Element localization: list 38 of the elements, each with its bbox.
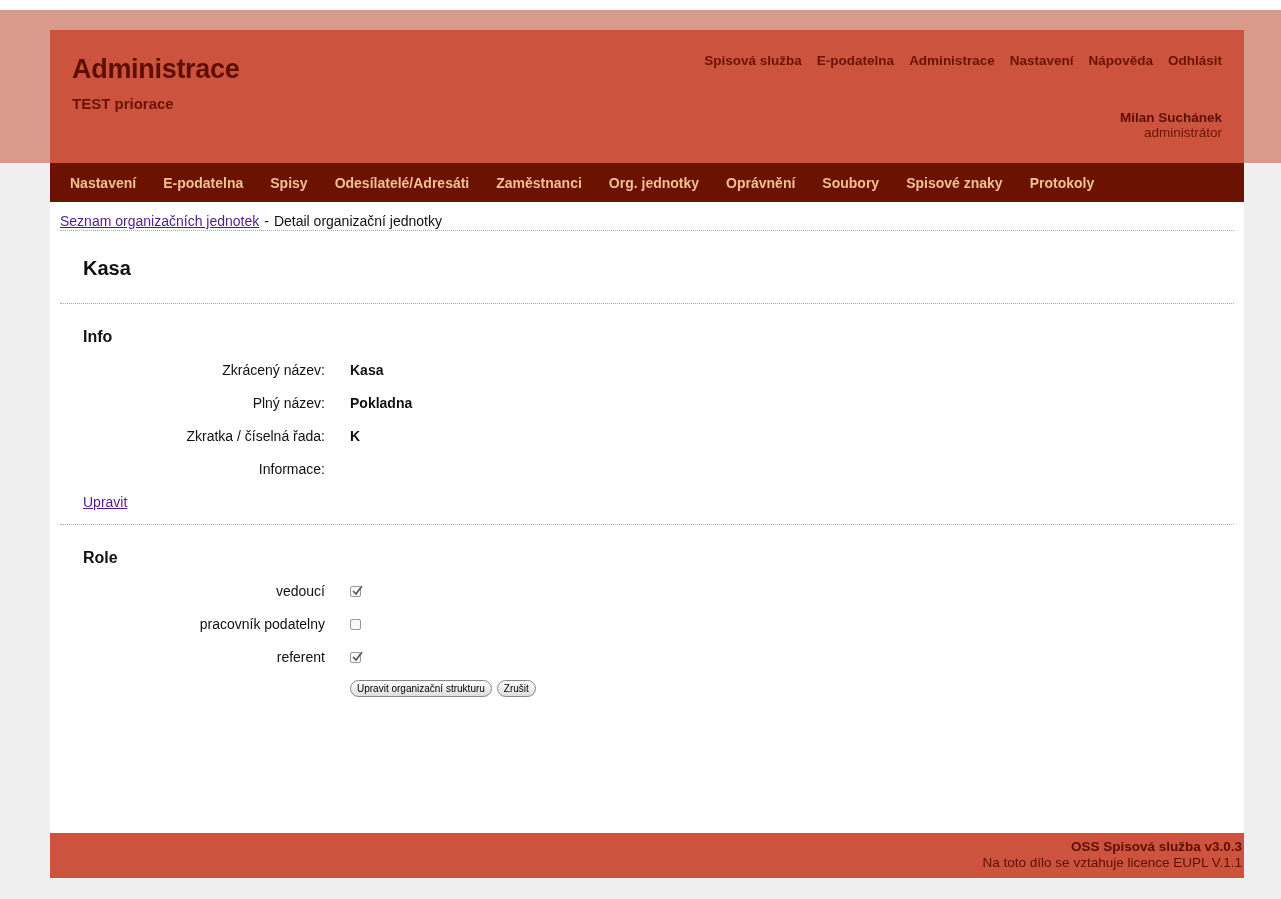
- nav-item[interactable]: Nastavení: [70, 174, 137, 191]
- breadcrumb-link[interactable]: Seznam organizačních jednotek: [60, 213, 260, 230]
- nav-item[interactable]: Soubory: [822, 174, 880, 191]
- field-value: Pokladna: [350, 395, 414, 412]
- field-value: Kasa: [350, 362, 385, 379]
- page-title: Administrace: [72, 54, 240, 85]
- footer-version: OSS Spisová služba v3.0.3: [1069, 839, 1242, 855]
- form-button[interactable]: Zrušit: [496, 680, 536, 697]
- nav-item[interactable]: Oprávnění: [726, 174, 796, 191]
- user-role: administrátor: [1143, 125, 1222, 140]
- nav-item[interactable]: E-podatelna: [163, 174, 244, 191]
- user-name: Milan Suchánek: [1119, 110, 1222, 125]
- nav-item[interactable]: Protokoly: [1029, 174, 1095, 191]
- page-subtitle: TEST priorace: [72, 95, 175, 112]
- role-checkbox[interactable]: [350, 619, 361, 630]
- footer-license: Na toto dílo se vztahuje licence EUPL V.1.1: [981, 855, 1242, 871]
- role-checkbox[interactable]: [350, 586, 361, 597]
- role-label: pracovník podatelny: [198, 616, 325, 633]
- section-title: Role: [83, 549, 119, 567]
- field-label: Plný název:: [251, 395, 325, 412]
- field-value: K: [350, 428, 362, 445]
- nav-item[interactable]: Odesílatelé/Adresáti: [334, 174, 470, 191]
- edit-link[interactable]: Upravit: [83, 494, 128, 510]
- nav-item[interactable]: Org. jednotky: [608, 174, 700, 191]
- unit-heading: Kasa: [83, 257, 132, 280]
- nav-item[interactable]: Spisy: [270, 174, 308, 191]
- nav-item[interactable]: Spisové znaky: [906, 174, 1003, 191]
- form-button[interactable]: Upravit organizační strukturu: [350, 680, 492, 697]
- role-checkbox[interactable]: [350, 652, 361, 663]
- breadcrumb-separator: -: [264, 213, 269, 230]
- nav-item[interactable]: Zaměstnanci: [496, 174, 582, 191]
- field-label: Informace:: [257, 461, 325, 478]
- field-label: Zkratka / číselná řada:: [185, 428, 325, 445]
- field-label: Zkrácený název:: [221, 362, 325, 379]
- section-title: Info: [83, 328, 114, 346]
- breadcrumb-current: Detail organizační jednotky: [273, 213, 442, 230]
- role-label: referent: [275, 649, 325, 666]
- role-label: vedoucí: [274, 583, 325, 600]
